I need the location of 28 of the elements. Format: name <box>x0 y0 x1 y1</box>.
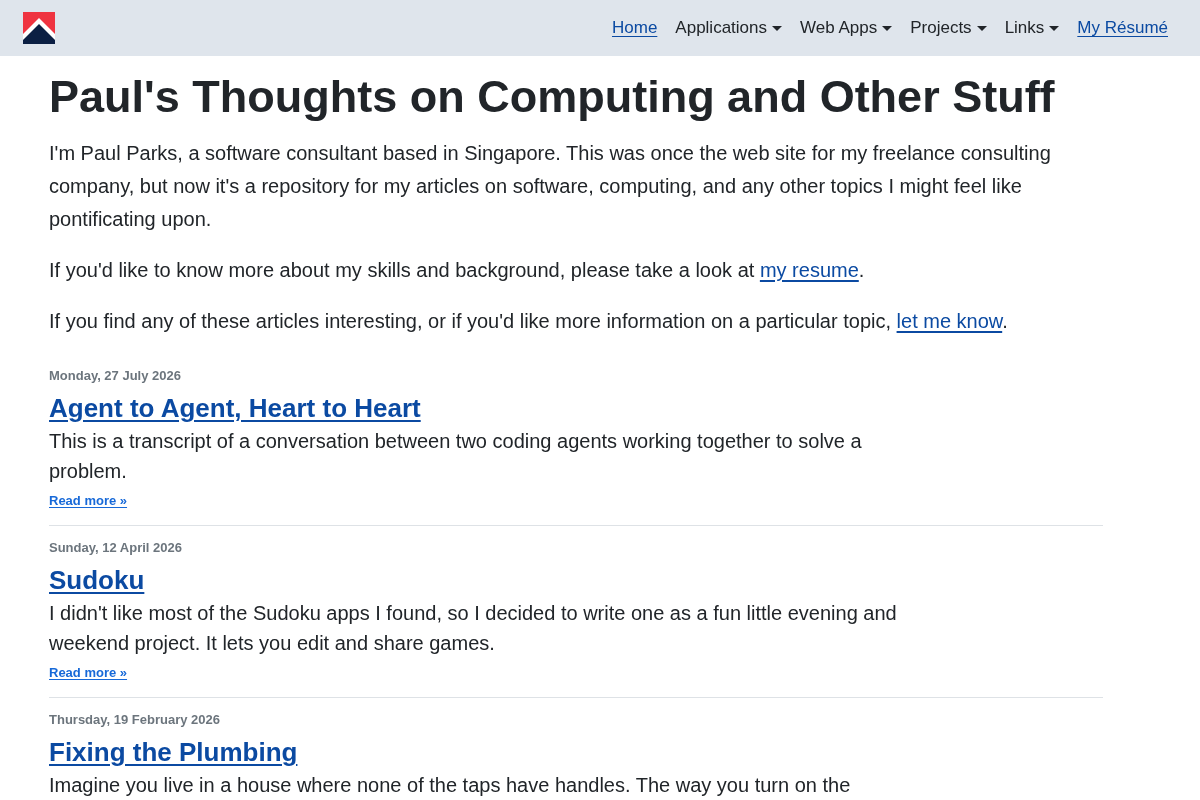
nav-link[interactable]: Home <box>603 7 667 49</box>
post-date: Thursday, 19 February 2026 <box>49 711 221 729</box>
read-more-link[interactable]: Read more » <box>49 665 128 680</box>
inline-link[interactable]: let me know <box>896 310 1003 332</box>
nav-dropdown[interactable]: Links <box>995 7 1069 49</box>
nav-dropdown[interactable]: Projects <box>901 7 996 49</box>
intro-paragraph: I'm Paul Parks, a software consultant based in Singapore. This was once the web site for my freelance consulting company, but now it's a repository for my articles on software, computing, and any other topics I might feel like pontificating upon. <box>49 141 1052 232</box>
intro-paragraph: If you'd like to know more about my skills and background, please take a look at my resume. <box>49 258 866 283</box>
nav-link[interactable]: My Résumé <box>1068 7 1177 49</box>
logo-icon[interactable] <box>23 12 55 44</box>
page-title: Paul's Thoughts on Computing and Other Stuff <box>49 70 1056 124</box>
intro-paragraph: If you find any of these articles interesting, or if you'd like more information on a particular topic, let me know. <box>49 309 1009 334</box>
post-date: Sunday, 12 April 2026 <box>49 539 183 557</box>
post-title-link[interactable]: Agent to Agent, Heart to Heart <box>49 393 421 423</box>
post-date: Monday, 27 July 2026 <box>49 367 182 385</box>
post-summary: Imagine you live in a house where none of the taps have handles. The way you turn on the <box>49 773 852 798</box>
post-summary: I didn't like most of the Sudoku apps I found, so I decided to write one as a fun little evening and weekend project. It lets you edit and share games. <box>49 601 898 656</box>
nav-dropdown[interactable]: Web Apps <box>791 7 902 49</box>
caret-icon <box>882 25 893 31</box>
nav-dropdown[interactable]: Applications <box>666 7 791 49</box>
caret-icon <box>976 25 987 31</box>
inline-link[interactable]: my resume <box>759 259 859 281</box>
caret-icon <box>1049 25 1060 31</box>
caret-icon <box>772 25 782 31</box>
post-title-link[interactable]: Sudoku <box>49 565 145 595</box>
read-more-link[interactable]: Read more » <box>49 493 128 508</box>
post-summary: This is a transcript of a conversation between two coding agents working together to solve a problem. <box>49 429 863 484</box>
post-title-link[interactable]: Fixing the Plumbing <box>49 737 298 767</box>
